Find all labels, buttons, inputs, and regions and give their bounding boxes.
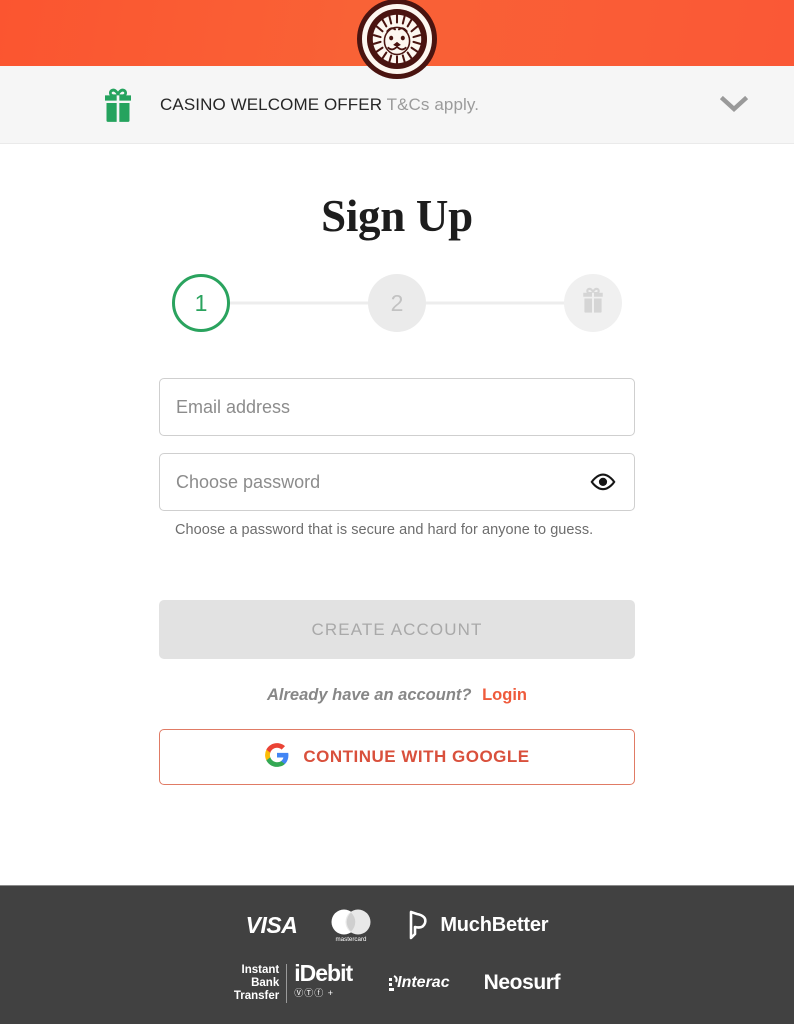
svg-text:mastercard: mastercard: [336, 936, 368, 943]
signup-form: Choose a password that is secure and har…: [159, 378, 635, 785]
stepper-step-2: 2: [368, 274, 426, 332]
muchbetter-logo: MuchBetter: [405, 910, 549, 940]
offer-terms: T&Cs apply.: [386, 94, 480, 114]
stepper-step-1-label: 1: [194, 289, 208, 316]
chevron-down-icon[interactable]: [704, 95, 764, 114]
password-field[interactable]: [159, 453, 635, 511]
mastercard-logo: mastercard: [323, 907, 379, 943]
google-g-icon: [264, 742, 290, 773]
gift-icon: [0, 85, 160, 125]
neosurf-logo: Neosurf: [483, 971, 561, 994]
stepper-step-3: [564, 274, 622, 332]
email-input[interactable]: [160, 379, 634, 435]
instant-bank-transfer-idebit-logo: Instant Bank Transfer iDebit ⓋⓉⓕ +: [233, 960, 353, 1003]
visa-logo: VISA: [245, 911, 298, 938]
stepper-step-1[interactable]: 1: [172, 274, 230, 332]
ibt-line3: Transfer: [233, 989, 280, 1002]
signup-main: Sign Up 1 2 Email address Choose passwor…: [0, 144, 794, 785]
offer-title: CASINO WELCOME OFFER: [160, 94, 383, 114]
lion-head-logo[interactable]: [357, 0, 437, 79]
payment-row-secondary: Instant Bank Transfer iDebit ⓋⓉⓕ + Inter…: [233, 960, 561, 1003]
email-field[interactable]: [159, 378, 635, 436]
continue-with-google-button[interactable]: CONTINUE WITH GOOGLE: [159, 729, 635, 785]
continue-with-google-label: CONTINUE WITH GOOGLE: [303, 747, 530, 766]
login-link[interactable]: Login: [482, 686, 527, 704]
ibt-line1: Instant: [241, 963, 280, 976]
offer-text: CASINO WELCOME OFFER T&Cs apply.: [160, 95, 704, 115]
login-prompt-row: Already have an account? Login: [159, 686, 635, 705]
payment-row-primary: VISA mastercard MuchBetter: [246, 907, 549, 943]
stepper-step-2-label: 2: [390, 289, 404, 316]
login-prompt-text: Already have an account?: [267, 686, 472, 704]
signup-stepper: 1 2: [172, 274, 622, 332]
interac-logo: Interac: [386, 970, 450, 996]
gift-icon: [578, 285, 608, 321]
page-title: Sign Up: [321, 191, 473, 241]
idebit-logo: iDebit ⓋⓉⓕ +: [294, 960, 353, 999]
ibt-line2: Bank: [251, 976, 280, 989]
top-brand-bar: [0, 0, 794, 79]
password-input[interactable]: [160, 454, 582, 510]
eye-icon[interactable]: [582, 473, 634, 491]
create-account-button[interactable]: CREATE ACCOUNT: [159, 600, 635, 659]
password-helper-text: Choose a password that is secure and har…: [175, 522, 594, 538]
payment-methods-footer: VISA mastercard MuchBetter Instant Bank …: [0, 885, 794, 1024]
